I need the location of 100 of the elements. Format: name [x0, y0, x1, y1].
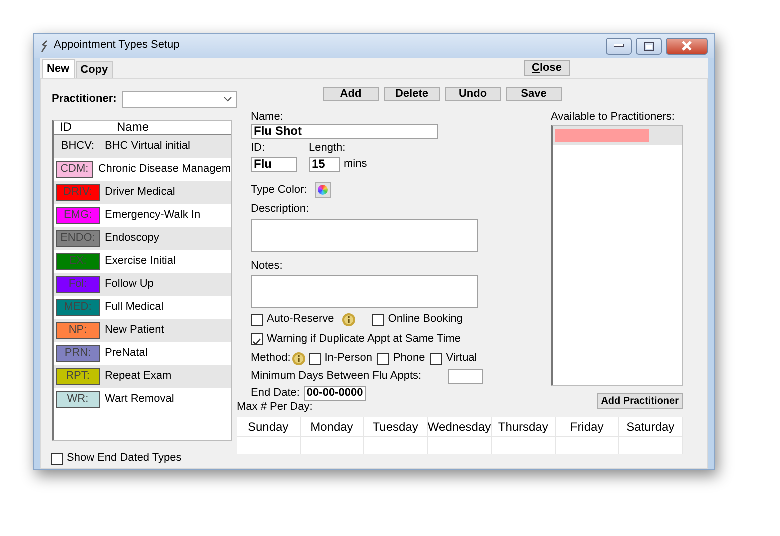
close-button[interactable] — [666, 38, 708, 54]
column-header: Saturday — [619, 417, 683, 438]
checkbox-label: Auto-Reserve — [267, 313, 334, 326]
checkbox[interactable] — [372, 314, 384, 326]
list-row[interactable]: EX: Exercise Initial — [54, 250, 231, 273]
checkbox[interactable] — [251, 314, 263, 326]
list-row[interactable]: MED: Full Medical — [54, 296, 231, 319]
checkbox[interactable] — [251, 333, 263, 346]
type-name: Repeat Exam — [105, 370, 172, 384]
type-id: Fol: — [56, 276, 100, 293]
type-name: PreNatal — [105, 346, 148, 360]
list-row[interactable]: ENDO: Endoscopy — [54, 227, 231, 250]
close-icon — [681, 41, 693, 51]
column-header: Friday — [556, 417, 620, 438]
type-id: ENDO: — [56, 230, 100, 247]
window-title: Appointment Types Setup — [54, 39, 180, 53]
field-label: End Date: — [251, 386, 300, 400]
type-name: Chronic Disease Managem — [98, 162, 231, 176]
minimize-icon — [614, 44, 624, 48]
column-header: Wednesday — [428, 417, 492, 438]
list-row[interactable]: NP: New Patient — [54, 319, 231, 342]
checkbox[interactable] — [308, 352, 321, 365]
type-id: CDM: — [56, 161, 94, 178]
type-name: Driver Medical — [105, 186, 176, 200]
notes-field[interactable] — [251, 274, 478, 308]
type-name: Endoscopy — [105, 232, 160, 246]
list-row[interactable]: EMG: Emergency-Walk In — [54, 204, 231, 227]
column-header: Thursday — [492, 417, 556, 438]
app-icon — [40, 40, 49, 52]
type-id: BHCV: — [60, 140, 96, 154]
type-id: EMG: — [56, 207, 100, 224]
column-header: Tuesday — [364, 417, 428, 438]
min-days-field[interactable] — [448, 368, 483, 384]
list-row[interactable]: WR: Wart Removal — [54, 388, 231, 411]
color-button[interactable] — [315, 182, 332, 198]
field-label: Max # Per Day: — [237, 400, 314, 414]
list-row[interactable]: CDM: Chronic Disease Managem — [54, 158, 231, 181]
description-field[interactable] — [251, 218, 478, 252]
maximize-button[interactable] — [636, 38, 662, 54]
column-header: Monday — [300, 417, 364, 438]
field-label: Name: — [251, 111, 284, 124]
field-label: Available to Practitioners: — [551, 111, 676, 124]
toolbar-button[interactable]: Save — [506, 87, 562, 101]
unit-label: mins — [344, 158, 368, 172]
column-header: ID — [60, 121, 73, 134]
list-row[interactable]: DRIV: Driver Medical — [54, 181, 231, 204]
id-field[interactable]: Flu — [251, 157, 297, 172]
type-id: NP: — [56, 322, 100, 339]
type-name: New Patient — [105, 324, 164, 338]
caret-icon — [224, 97, 232, 102]
checkbox[interactable] — [430, 352, 442, 365]
maximize-icon — [644, 42, 654, 50]
field-label: Practitioner: — [52, 92, 117, 106]
info-icon[interactable] — [292, 352, 306, 366]
info-icon[interactable] — [342, 312, 356, 327]
field-label: Method: — [251, 352, 291, 366]
field-label: Length: — [309, 142, 347, 156]
type-name: BHC Virtual initial — [105, 140, 190, 154]
type-name: Exercise Initial — [105, 254, 176, 268]
checkbox[interactable] — [51, 452, 63, 465]
list-row[interactable]: PRN: PreNatal — [54, 342, 231, 365]
color-wheel-icon — [318, 185, 328, 196]
toolbar-button[interactable]: Undo — [445, 87, 501, 101]
field-label: Type Color: — [251, 184, 308, 197]
type-id: EX: — [56, 253, 100, 270]
type-name: Emergency-Walk In — [105, 208, 201, 222]
type-id: WR: — [56, 391, 100, 408]
field-label: Minimum Days Between Flu Appts: — [251, 370, 422, 384]
type-id: PRN: — [56, 345, 100, 362]
list-row[interactable]: RPT: Repeat Exam — [54, 365, 231, 388]
name-field[interactable]: Flu Shot — [251, 124, 438, 140]
toolbar-button[interactable]: Delete — [384, 87, 440, 101]
length-field[interactable]: 15 — [309, 157, 340, 172]
column-header: Name — [117, 121, 150, 134]
checkbox-label: Warning if Duplicate Appt at Same Time — [267, 332, 462, 346]
checkbox-label: Online Booking — [388, 313, 463, 326]
field-label: ID: — [251, 142, 266, 156]
column-header: Sunday — [237, 417, 301, 438]
toolbar-button[interactable]: Add — [323, 87, 379, 101]
end-date-field[interactable]: 00-00-0000 — [304, 386, 366, 401]
add-practitioner-button[interactable]: Add Practitioner — [597, 393, 683, 410]
list-row[interactable]: Fol: Follow Up — [54, 273, 231, 296]
checkbox-label: Show End Dated Types — [67, 452, 182, 466]
type-name: Follow Up — [105, 278, 154, 292]
type-name: Wart Removal — [105, 392, 174, 406]
checkbox[interactable] — [377, 352, 390, 365]
tab[interactable]: New — [42, 59, 75, 78]
type-id: DRIV: — [56, 184, 100, 201]
close-button[interactable]: Close — [524, 60, 570, 76]
type-id: RPT: — [56, 368, 100, 385]
type-name: Full Medical — [105, 300, 164, 314]
type-id: MED: — [56, 299, 100, 316]
checkbox-label: In-Person — [324, 352, 372, 366]
list-row[interactable]: BHCV: BHC Virtual initial — [54, 135, 231, 158]
field-label: Description: — [251, 203, 310, 217]
tab[interactable]: Copy — [76, 61, 114, 78]
field-label: Notes: — [251, 260, 284, 273]
checkbox-label: Virtual — [446, 352, 478, 366]
checkbox-label: Phone — [393, 352, 426, 366]
minimize-button[interactable] — [606, 38, 632, 54]
